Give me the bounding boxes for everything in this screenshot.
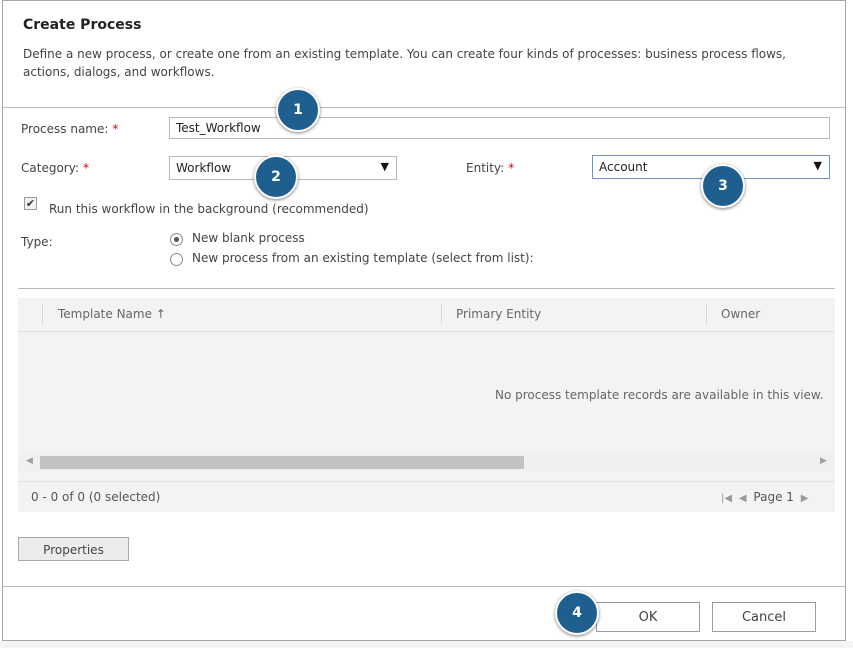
- callout-4: 4: [555, 591, 599, 635]
- process-name-label-text: Process name:: [21, 122, 109, 136]
- category-selected-value: Workflow: [176, 161, 232, 175]
- first-page-icon[interactable]: |◀: [721, 493, 732, 504]
- column-divider: [441, 304, 442, 324]
- dialog-description: Define a new process, or create one from…: [23, 47, 786, 79]
- scrollbar-thumb[interactable]: [40, 456, 524, 469]
- required-indicator: *: [112, 122, 119, 136]
- radio-existing-template-label: New process from an existing template (s…: [192, 251, 534, 265]
- dialog-title: Create Process: [23, 17, 142, 33]
- required-indicator: *: [82, 161, 89, 175]
- run-in-background-label: Run this workflow in the background (rec…: [49, 202, 369, 216]
- column-divider: [706, 304, 707, 324]
- previous-page-icon[interactable]: ◀: [739, 493, 747, 504]
- column-divider: [42, 304, 43, 324]
- category-label: Category: *: [21, 161, 89, 175]
- page-number: Page 1: [753, 490, 794, 504]
- process-name-input[interactable]: [169, 117, 830, 139]
- pager: |◀ ◀ Page 1 ▶: [721, 490, 811, 504]
- properties-button[interactable]: Properties: [18, 537, 129, 561]
- entity-selected-value: Account: [599, 160, 648, 174]
- category-label-text: Category:: [21, 161, 79, 175]
- grid-header: Template Name ↑ Primary Entity Owner: [18, 298, 835, 332]
- type-label: Type:: [21, 235, 53, 249]
- run-in-background-checkbox[interactable]: ✔: [24, 197, 37, 210]
- footer-separator: [3, 586, 845, 587]
- radio-new-blank-process-label: New blank process: [192, 231, 305, 245]
- template-grid: Template Name ↑ Primary Entity Owner No …: [18, 298, 835, 512]
- entity-label-text: Entity:: [466, 161, 505, 175]
- dialog-header: Create Process Define a new process, or …: [3, 1, 845, 108]
- separator: [18, 288, 835, 289]
- required-indicator: *: [508, 161, 515, 175]
- record-count: 0 - 0 of 0 (0 selected): [31, 490, 161, 504]
- radio-new-blank-process[interactable]: [170, 233, 183, 246]
- column-header-template-name[interactable]: Template Name ↑: [58, 307, 166, 321]
- horizontal-scrollbar[interactable]: ◀ ▶: [18, 454, 835, 471]
- cancel-button[interactable]: Cancel: [712, 602, 816, 632]
- scroll-left-icon[interactable]: ◀: [26, 456, 33, 466]
- callout-1: 1: [276, 88, 320, 132]
- scroll-right-icon[interactable]: ▶: [820, 456, 827, 466]
- grid-empty-message: No process template records are availabl…: [495, 388, 824, 402]
- ok-button[interactable]: OK: [596, 602, 700, 632]
- create-process-dialog: Create Process Define a new process, or …: [2, 0, 846, 641]
- callout-2: 2: [254, 155, 298, 199]
- background-page-strip: [0, 641, 853, 648]
- process-name-label: Process name: *: [21, 122, 118, 136]
- grid-footer: 0 - 0 of 0 (0 selected) |◀ ◀ Page 1 ▶: [18, 481, 835, 512]
- dropdown-arrow-icon: ▼: [813, 159, 822, 172]
- checkmark-icon: ✔: [25, 197, 36, 210]
- next-page-icon[interactable]: ▶: [801, 493, 809, 504]
- column-header-primary-entity[interactable]: Primary Entity: [456, 307, 541, 321]
- entity-label: Entity: *: [466, 161, 514, 175]
- dropdown-arrow-icon: ▼: [380, 160, 389, 173]
- callout-3: 3: [701, 164, 745, 208]
- column-header-owner[interactable]: Owner: [721, 307, 760, 321]
- radio-existing-template[interactable]: [170, 253, 183, 266]
